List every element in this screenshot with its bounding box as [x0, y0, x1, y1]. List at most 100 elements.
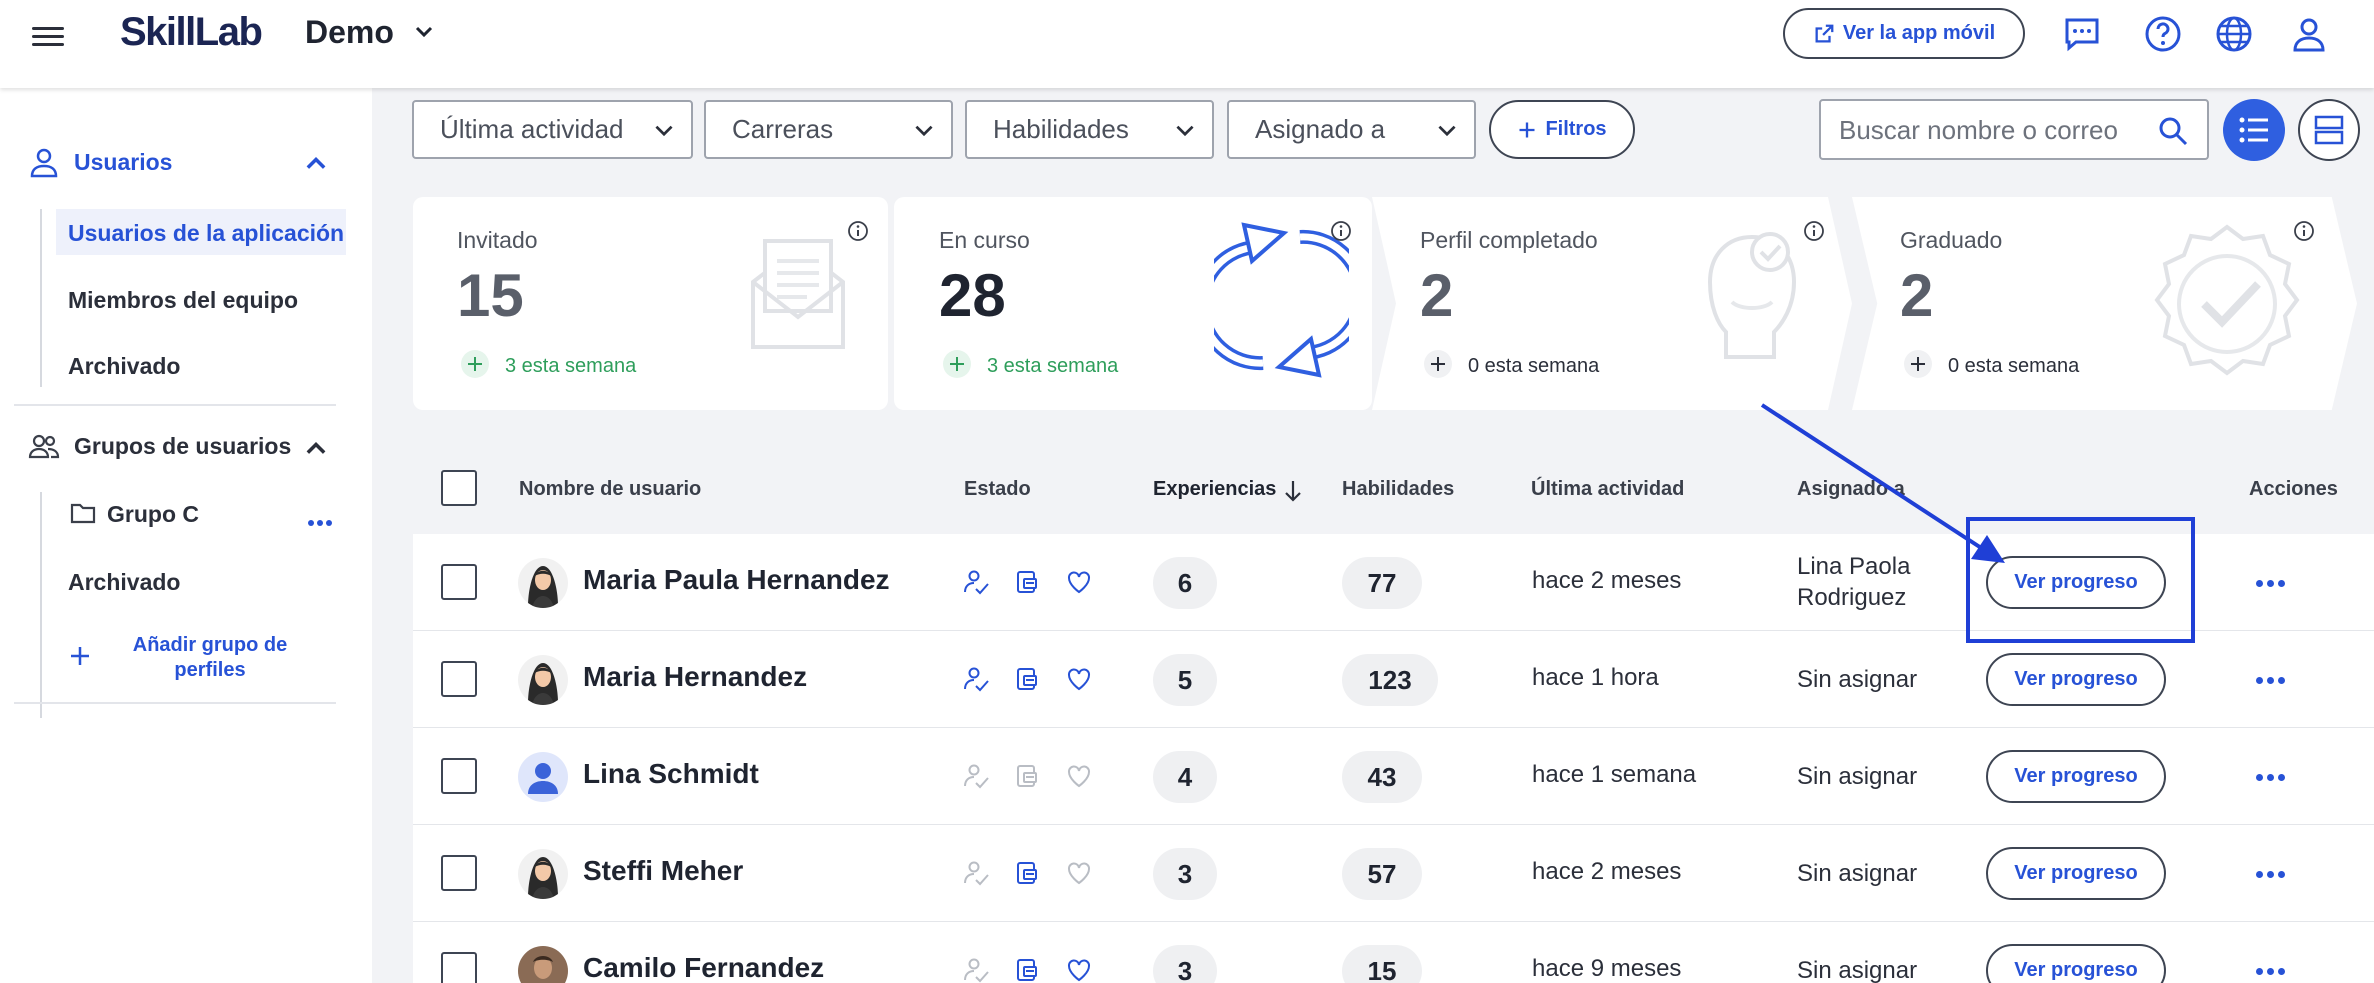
row-checkbox[interactable]: [441, 952, 477, 983]
last-activity-filter-label: Última actividad: [440, 114, 624, 144]
users-section-toggle[interactable]: Usuarios: [28, 146, 172, 178]
stat-card-graduated[interactable]: Graduado 2 0 esta semana: [1852, 197, 2357, 410]
more-actions-icon[interactable]: [2256, 574, 2292, 590]
info-icon[interactable]: [1802, 219, 1826, 243]
mobile-app-button[interactable]: Ver la app móvil: [1783, 8, 2025, 59]
view-progress-button[interactable]: Ver progreso: [1986, 750, 2166, 803]
table-row[interactable]: Steffi Meher 3 57 hace 2 meses Sin asign…: [413, 825, 2374, 922]
column-header-skills[interactable]: Habilidades: [1342, 478, 1454, 501]
assigned-to-filter[interactable]: Asignado a: [1227, 100, 1476, 159]
info-icon[interactable]: [846, 219, 870, 243]
view-progress-button[interactable]: Ver progreso: [1986, 847, 2166, 900]
last-activity-filter[interactable]: Última actividad: [412, 100, 693, 159]
group-more-icon[interactable]: [308, 513, 332, 531]
plus-icon: [1424, 350, 1452, 378]
sidebar-item-group-c[interactable]: Grupo C: [107, 501, 199, 528]
users-section-label: Usuarios: [74, 148, 173, 175]
select-all-checkbox[interactable]: [441, 470, 477, 506]
row-checkbox[interactable]: [441, 855, 477, 891]
hamburger-menu-icon[interactable]: [32, 22, 64, 48]
stat-card-profile-completed[interactable]: Perfil completado 2 0 esta semana: [1372, 197, 1852, 410]
chevron-down-icon[interactable]: [412, 20, 436, 44]
skills-count: 15: [1342, 945, 1422, 983]
search-box: [1819, 99, 2209, 160]
chat-icon[interactable]: [2062, 14, 2102, 54]
stat-card-in-progress[interactable]: En curso 28 3 esta semana: [894, 197, 1372, 410]
plus-icon[interactable]: [68, 644, 92, 668]
info-icon[interactable]: [1329, 219, 1353, 243]
document-icon: [1017, 959, 1037, 981]
stat-title: En curso: [939, 227, 1030, 253]
folder-icon: [70, 503, 96, 524]
stat-week-change: 0 esta semana: [1468, 355, 1600, 377]
sidebar-item-archived[interactable]: Archivado: [68, 353, 180, 380]
sidebar-tree-line: [40, 492, 42, 718]
user-name[interactable]: Lina Schmidt: [583, 758, 759, 790]
more-actions-icon[interactable]: [2256, 865, 2292, 881]
heart-icon: [1068, 668, 1090, 691]
info-icon[interactable]: [2292, 219, 2316, 243]
plus-icon: [1904, 350, 1932, 378]
card-view-button[interactable]: [2298, 99, 2360, 161]
sort-down-icon[interactable]: [1281, 478, 1305, 504]
sidebar-item-team-members[interactable]: Miembros del equipo: [68, 287, 298, 314]
document-icon: [1017, 668, 1037, 690]
avatar: [518, 752, 568, 802]
sidebar-tree-line: [40, 209, 42, 387]
user-icon[interactable]: [2289, 14, 2329, 54]
user-name[interactable]: Camilo Fernandez: [583, 952, 824, 983]
row-checkbox[interactable]: [441, 564, 477, 600]
row-checkbox[interactable]: [441, 661, 477, 697]
sidebar-item-app-users[interactable]: Usuarios de la aplicación: [68, 220, 344, 247]
column-header-last-activity[interactable]: Última actividad: [1531, 478, 1684, 501]
list-view-button[interactable]: [2223, 99, 2285, 161]
search-input[interactable]: [1839, 113, 2151, 147]
skills-count: 123: [1342, 654, 1438, 706]
user-check-icon: [964, 667, 989, 692]
column-header-name[interactable]: Nombre de usuario: [519, 478, 701, 501]
experiences-count: 5: [1153, 654, 1217, 706]
user-name[interactable]: Steffi Meher: [583, 855, 743, 887]
last-activity: hace 1 semana: [1532, 761, 1697, 788]
user-name[interactable]: Maria Paula Hernandez: [583, 564, 890, 596]
assigned-to: Sin asignar: [1797, 666, 1918, 693]
stat-week-change: 0 esta semana: [1948, 355, 2080, 377]
more-actions-icon[interactable]: [2256, 671, 2292, 687]
filters-button[interactable]: Filtros: [1489, 100, 1635, 159]
table-row[interactable]: Lina Schmidt 4 43 hace 1 semana Sin asig…: [413, 728, 2374, 825]
experiences-count: 3: [1153, 945, 1217, 983]
stat-week-change: 3 esta semana: [987, 355, 1119, 377]
user-check-icon: [964, 861, 989, 886]
skills-filter[interactable]: Habilidades: [965, 100, 1214, 159]
more-actions-icon[interactable]: [2256, 768, 2292, 784]
globe-icon[interactable]: [2214, 14, 2254, 54]
organization-selector[interactable]: Demo: [305, 14, 394, 51]
assigned-to: Sin asignar: [1797, 860, 1918, 887]
more-actions-icon[interactable]: [2256, 962, 2292, 978]
view-progress-button[interactable]: Ver progreso: [1986, 944, 2166, 983]
stat-card-invited[interactable]: Invitado 15 3 esta semana: [413, 197, 888, 410]
sidebar-divider: [14, 702, 336, 704]
row-checkbox[interactable]: [441, 758, 477, 794]
plus-icon: [461, 350, 489, 378]
help-icon[interactable]: [2143, 14, 2183, 54]
user-check-icon: [964, 570, 989, 595]
sidebar-item-groups-archived[interactable]: Archivado: [68, 569, 180, 596]
plus-icon: [1519, 122, 1535, 137]
column-header-status[interactable]: Estado: [964, 478, 1031, 501]
chevron-up-icon[interactable]: [302, 434, 330, 462]
app-logo[interactable]: SkillLab: [120, 10, 263, 55]
careers-filter[interactable]: Carreras: [704, 100, 953, 159]
search-icon[interactable]: [2157, 115, 2189, 147]
view-progress-button[interactable]: Ver progreso: [1986, 653, 2166, 706]
column-header-experiences[interactable]: Experiencias: [1153, 478, 1276, 501]
user-name[interactable]: Maria Hernandez: [583, 661, 807, 693]
assigned-to-line: Rodriguez: [1797, 584, 1907, 611]
sidebar: Usuarios Usuarios de la aplicación Miemb…: [0, 88, 372, 983]
add-group-link[interactable]: Añadir grupo de perfiles: [120, 633, 300, 683]
table-row[interactable]: Maria Hernandez 5 123 hace 1 hora Sin as…: [413, 631, 2374, 728]
experiences-count: 6: [1153, 557, 1217, 609]
chevron-up-icon[interactable]: [302, 149, 330, 177]
groups-section-toggle[interactable]: Grupos de usuarios: [28, 430, 291, 462]
table-row[interactable]: Camilo Fernandez 3 15 hace 9 meses Sin a…: [413, 922, 2374, 983]
